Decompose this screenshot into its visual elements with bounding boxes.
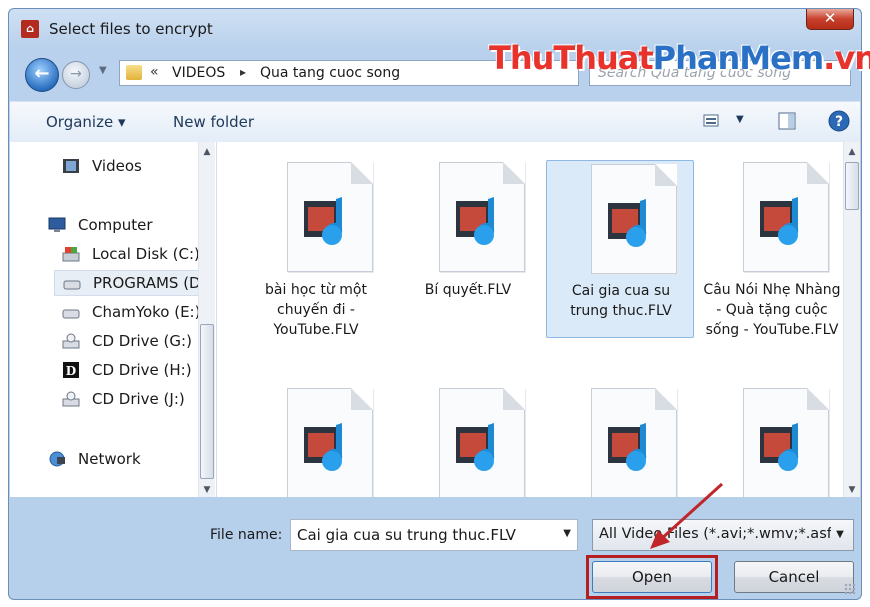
arrow-shaft (658, 482, 724, 542)
annotation-arrow (650, 482, 724, 549)
